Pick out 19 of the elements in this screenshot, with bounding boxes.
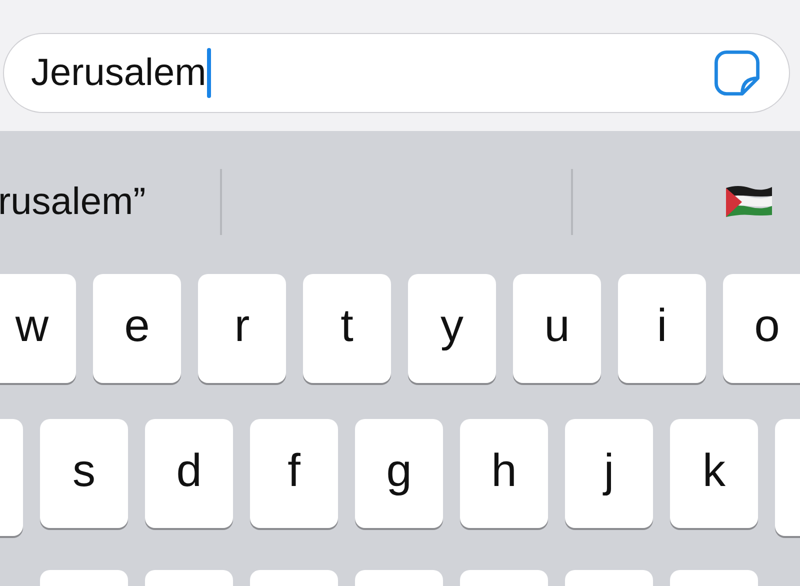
keyboard-key[interactable]: w	[0, 274, 76, 383]
keyboard-key[interactable]: r	[198, 274, 286, 383]
search-field[interactable]: Jerusalem	[3, 33, 790, 113]
keyboard-key[interactable]: g	[355, 419, 443, 528]
keyboard-key[interactable]: f	[250, 419, 338, 528]
field-value: Jerusalem	[31, 52, 206, 94]
keyboard-key[interactable]: u	[513, 274, 601, 383]
keyboard-key[interactable]: d	[145, 419, 233, 528]
keyboard-key[interactable]: j	[565, 419, 653, 528]
suggestion-text[interactable]: rusalem”	[0, 180, 146, 224]
flag-icon[interactable]	[724, 184, 774, 220]
keyboard-key[interactable]: i	[618, 274, 706, 383]
keyboard-key[interactable]: e	[93, 274, 181, 383]
keyboard-key[interactable]: s	[40, 419, 128, 528]
keyboard-key[interactable]: h	[460, 419, 548, 528]
keyboard-key[interactable]: o	[723, 274, 800, 383]
keyboard-key[interactable]: y	[408, 274, 496, 383]
keyboard-key[interactable]: t	[303, 274, 391, 383]
keyboard-key[interactable]: k	[670, 419, 758, 528]
